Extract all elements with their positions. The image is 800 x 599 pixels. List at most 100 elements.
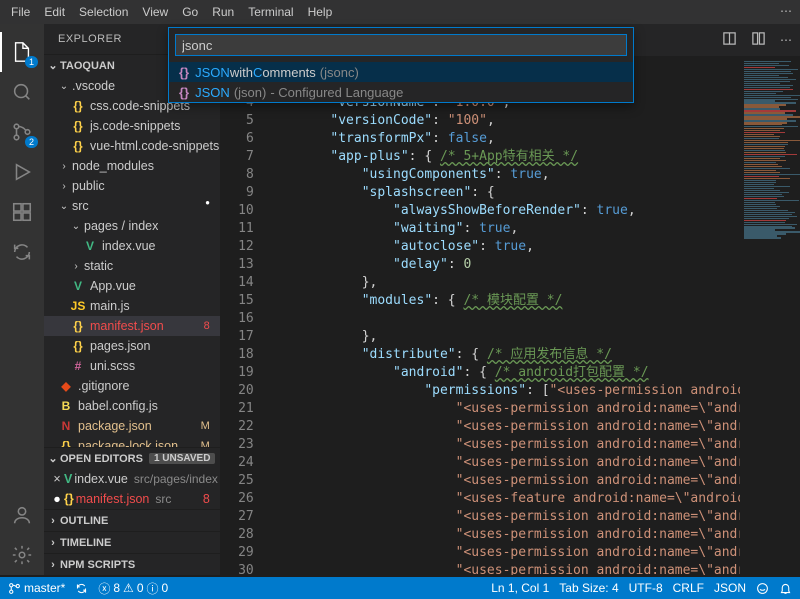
- sidebar-more-icon[interactable]: ⋯: [780, 4, 792, 18]
- file-tree: ⌄.vscode{}css.code-snippets{}js.code-sni…: [44, 76, 220, 447]
- tree-label: static: [84, 259, 113, 273]
- activity-debug[interactable]: [0, 152, 44, 192]
- file-main-js[interactable]: JSmain.js: [44, 296, 220, 316]
- file-js-code-snippets[interactable]: {}js.code-snippets: [44, 116, 220, 136]
- tree-label: package-lock.json: [78, 439, 178, 447]
- file-index-vue[interactable]: Vindex.vue: [44, 236, 220, 256]
- open-editor-manifest-json[interactable]: ●{}manifest.jsonsrc8: [44, 489, 220, 509]
- tree-label: public: [72, 179, 105, 193]
- status-language[interactable]: JSON: [714, 581, 746, 595]
- tree-label: manifest.json: [90, 319, 164, 333]
- activity-extensions[interactable]: [0, 192, 44, 232]
- open-editors-header[interactable]: ⌄OPEN EDITORS1 UNSAVED: [44, 447, 220, 469]
- menu-help[interactable]: Help: [301, 5, 340, 19]
- code-editor[interactable]: 2345678910111213141516171819202122232425…: [220, 56, 800, 575]
- file-pages-json[interactable]: {}pages.json: [44, 336, 220, 356]
- menu-selection[interactable]: Selection: [72, 5, 135, 19]
- tree-label: .vscode: [72, 79, 115, 93]
- tree-label: index.vue: [102, 239, 156, 253]
- tree-label: pages / index: [84, 219, 158, 233]
- open-editors-list: ×Vindex.vuesrc/pages/index●{}manifest.js…: [44, 469, 220, 509]
- file-package-lock-json[interactable]: {}package-lock.jsonM: [44, 436, 220, 447]
- unsaved-badge: 1 UNSAVED: [149, 453, 216, 464]
- tree-label: js.code-snippets: [90, 119, 180, 133]
- file--gitignore[interactable]: ◆.gitignore: [44, 376, 220, 396]
- git-decoration: 8: [204, 320, 210, 332]
- file-package-json[interactable]: Npackage.jsonM: [44, 416, 220, 436]
- lang-option-jsonc[interactable]: {}JSON with Comments(jsonc): [169, 62, 633, 82]
- tree-label: App.vue: [90, 279, 136, 293]
- minimap[interactable]: [740, 56, 800, 575]
- menu-terminal[interactable]: Terminal: [241, 5, 300, 19]
- split-icon[interactable]: [751, 31, 766, 49]
- tree-label: main.js: [90, 299, 130, 313]
- menu-run[interactable]: Run: [205, 5, 241, 19]
- status-eol[interactable]: CRLF: [673, 581, 704, 595]
- compare-icon[interactable]: [722, 31, 737, 49]
- activity-search[interactable]: [0, 72, 44, 112]
- menu-edit[interactable]: Edit: [37, 5, 72, 19]
- outline-header[interactable]: ›OUTLINE: [44, 509, 220, 531]
- status-encoding[interactable]: UTF-8: [629, 581, 663, 595]
- editor-area: ⋯ 23456789101112131415161718192021222324…: [220, 24, 800, 575]
- file-uni-scss[interactable]: #uni.scss: [44, 356, 220, 376]
- close-icon[interactable]: ×: [50, 472, 64, 486]
- chevron-right-icon: ›: [58, 181, 70, 192]
- tree-label: uni.scss: [90, 359, 135, 373]
- json-icon: {}: [179, 85, 189, 100]
- activity-settings[interactable]: [0, 535, 44, 575]
- scm-badge: 2: [25, 136, 38, 148]
- tree-label: package.json: [78, 419, 152, 433]
- status-tabsize[interactable]: Tab Size: 4: [559, 581, 618, 595]
- file-vue-html-code-snippets[interactable]: {}vue-html.code-snippets: [44, 136, 220, 156]
- activity-account[interactable]: [0, 495, 44, 535]
- chevron-right-icon: ›: [58, 161, 70, 172]
- status-problems[interactable]: ⓧ 8 ⚠ 0 ⓘ 0: [98, 580, 168, 597]
- folder-public[interactable]: ›public: [44, 176, 220, 196]
- folder-pages-index[interactable]: ⌄pages / index: [44, 216, 220, 236]
- tree-label: src: [72, 199, 89, 213]
- status-branch[interactable]: master*: [8, 581, 65, 595]
- activity-explorer[interactable]: 1: [0, 32, 44, 72]
- menu-file[interactable]: File: [4, 5, 37, 19]
- sidebar: EXPLORER ⋯ ⌄TAOQUAN ⌄.vscode{}css.code-s…: [44, 24, 220, 575]
- tree-label: pages.json: [90, 339, 150, 353]
- chevron-down-icon: ⌄: [58, 201, 70, 212]
- lang-option-json[interactable]: {}JSON(json)- Configured Language: [169, 82, 633, 102]
- file-app-vue[interactable]: VApp.vue: [44, 276, 220, 296]
- json-icon: {}: [179, 65, 189, 80]
- activity-misc[interactable]: [0, 232, 44, 272]
- status-bar: master* ⓧ 8 ⚠ 0 ⓘ 0 Ln 1, Col 1 Tab Size…: [0, 577, 800, 599]
- git-decoration: M: [201, 420, 210, 432]
- git-decoration: M: [201, 440, 210, 447]
- npm-scripts-header[interactable]: ›NPM SCRIPTS: [44, 553, 220, 575]
- code-lines: "appid": "", "description": "", "version…: [268, 56, 800, 575]
- chevron-down-icon: ⌄: [58, 81, 70, 92]
- chevron-down-icon: ⌄: [70, 221, 82, 232]
- activity-scm[interactable]: 2: [0, 112, 44, 152]
- tree-label: .gitignore: [78, 379, 129, 393]
- folder-static[interactable]: ›static: [44, 256, 220, 276]
- menu-view[interactable]: View: [135, 5, 175, 19]
- tree-label: node_modules: [72, 159, 154, 173]
- language-picker-input[interactable]: [175, 34, 627, 56]
- folder-node_modules[interactable]: ›node_modules: [44, 156, 220, 176]
- file-manifest-json[interactable]: {}manifest.json8: [44, 316, 220, 336]
- status-ln-col[interactable]: Ln 1, Col 1: [491, 581, 549, 595]
- folder-src[interactable]: ⌄src: [44, 196, 220, 216]
- timeline-header[interactable]: ›TIMELINE: [44, 531, 220, 553]
- editor-more-icon[interactable]: ⋯: [780, 33, 792, 47]
- status-sync[interactable]: [75, 582, 88, 595]
- tree-label: vue-html.code-snippets: [90, 139, 219, 153]
- activity-bar: 1 2: [0, 24, 44, 575]
- menu-go[interactable]: Go: [175, 5, 205, 19]
- file-babel-config-js[interactable]: Bbabel.config.js: [44, 396, 220, 416]
- language-picker: {}JSON with Comments(jsonc){}JSON(json)-…: [168, 27, 634, 103]
- status-feedback-icon[interactable]: [756, 582, 769, 595]
- tree-label: babel.config.js: [78, 399, 158, 413]
- status-bell-icon[interactable]: [779, 582, 792, 595]
- explorer-badge: 1: [25, 56, 38, 68]
- line-gutter: 2345678910111213141516171819202122232425…: [220, 56, 268, 575]
- dirty-icon: ●: [50, 492, 64, 506]
- open-editor-index-vue[interactable]: ×Vindex.vuesrc/pages/index: [44, 469, 220, 489]
